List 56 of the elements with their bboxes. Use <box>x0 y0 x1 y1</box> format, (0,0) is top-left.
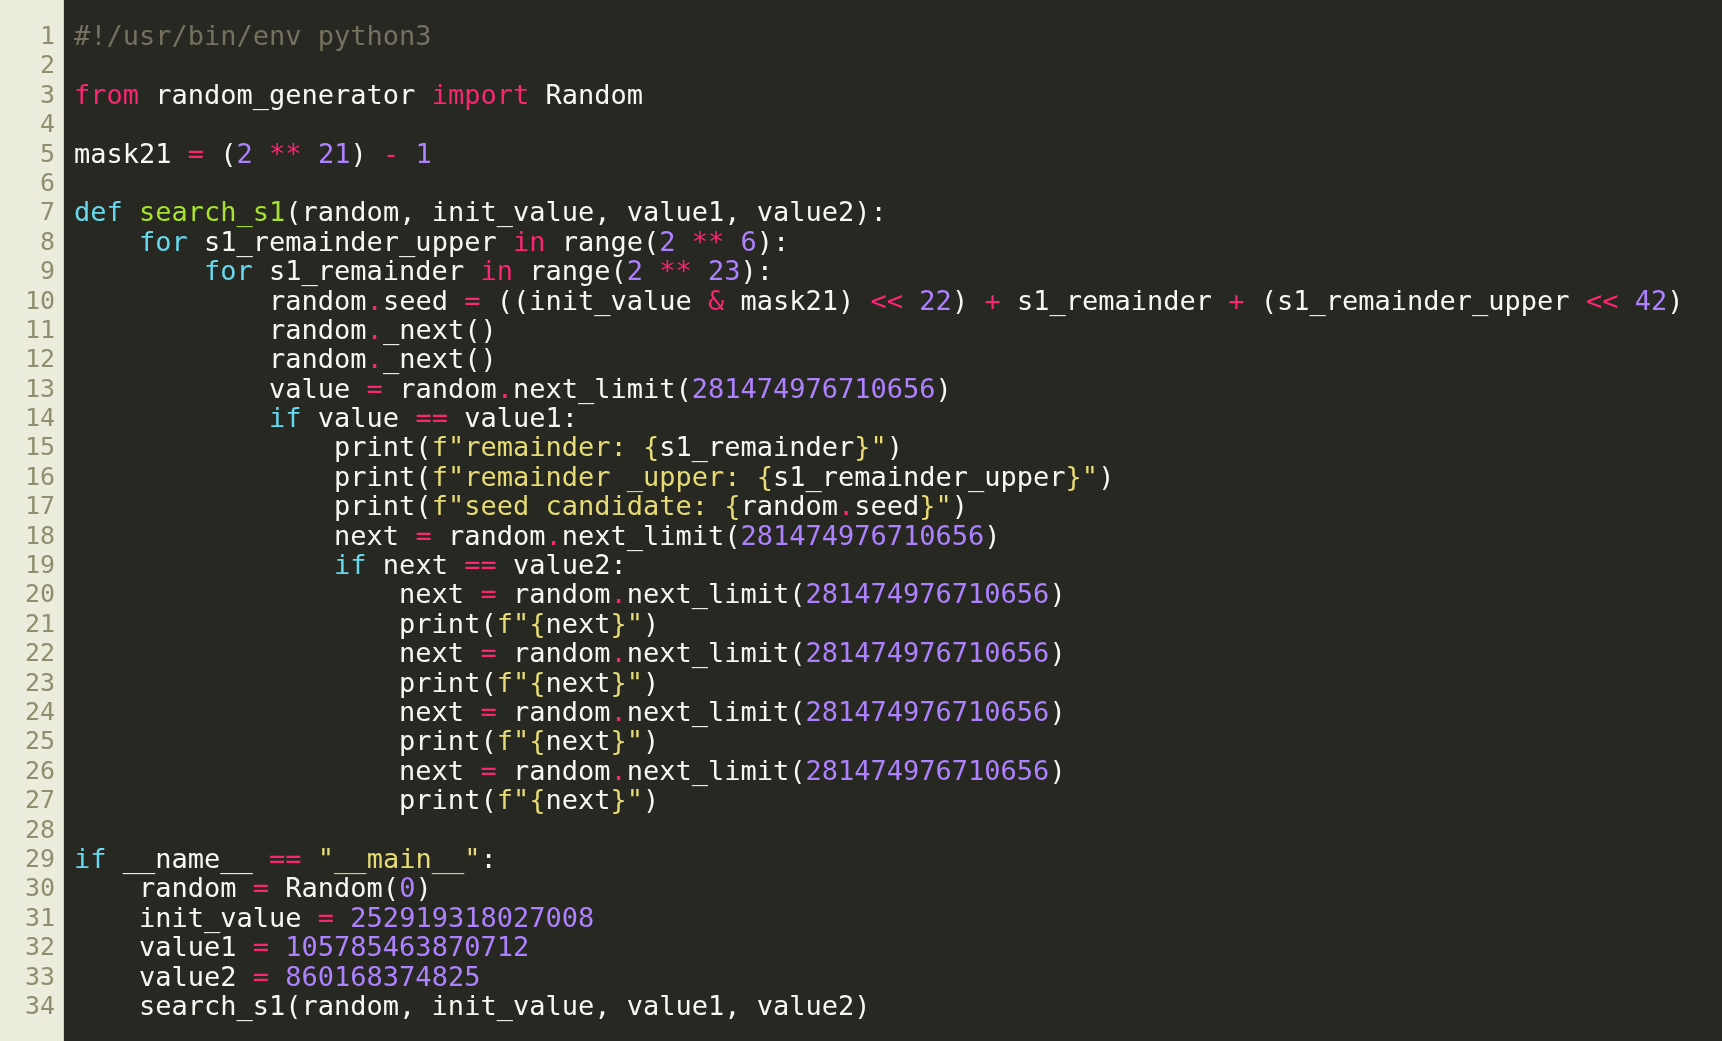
line-number: 10 <box>23 285 56 315</box>
line-number: 22 <box>23 638 56 668</box>
line-number: 13 <box>23 373 56 404</box>
line-number: 25 <box>23 726 56 756</box>
line-number: 20 <box>23 579 56 609</box>
line-number: 15 <box>23 432 56 462</box>
line-number: 18 <box>23 520 56 551</box>
line-number: 23 <box>23 667 56 697</box>
line-number: 5 <box>38 138 56 168</box>
code-line: from random_generator import Random <box>74 78 643 110</box>
code-line: print(f"{next}") <box>398 784 660 816</box>
code-line: random = Random(0) <box>139 872 432 904</box>
line-number: 30 <box>23 873 56 903</box>
code-line: for s1_remainder_upper in range(2 ** 6): <box>138 225 790 257</box>
code-line: print(f"{next}") <box>398 666 660 698</box>
code-line: def search_s1(random, init_value, value1, value2): <box>74 196 887 228</box>
line-number: 2 <box>38 50 56 80</box>
line-number: 9 <box>38 256 56 286</box>
line-number: 31 <box>23 902 56 933</box>
line-number: 12 <box>23 344 56 374</box>
line-number: 21 <box>23 608 56 639</box>
line-number: 28 <box>23 814 56 844</box>
line-number: 24 <box>23 697 56 727</box>
line-number: 17 <box>23 491 56 521</box>
line-number: 16 <box>23 461 56 492</box>
line-number: 19 <box>23 550 56 580</box>
code-line: value1 = 105785463870712 <box>138 931 530 963</box>
line-number: 34 <box>23 990 56 1021</box>
line-number: 33 <box>23 961 56 991</box>
line-number: 6 <box>38 167 56 198</box>
code-line: init_value = 252919318027008 <box>138 901 595 933</box>
code-line: mask21 = (2 ** 21) - 1 <box>74 137 432 169</box>
line-number: 3 <box>38 79 56 110</box>
code-line: #!/usr/bin/env python3 <box>74 20 432 51</box>
line-number: 32 <box>23 932 56 962</box>
line-number: 27 <box>23 785 56 815</box>
code-line: value = random.next_limit(281474976710656) <box>268 372 952 404</box>
code-line: random._next() <box>268 313 497 345</box>
code-line: value2 = 860168374825 <box>138 960 481 992</box>
code-line: if __name__ == "__main__": <box>74 842 497 874</box>
code-line: print(f"{next}") <box>398 725 660 757</box>
line-number: 8 <box>38 226 56 257</box>
code-line: search_s1(random, init_value, value1, value2) <box>138 989 871 1021</box>
code-line: if value == value1: <box>268 402 578 434</box>
line-number: 4 <box>38 109 56 139</box>
code-line: random._next() <box>268 343 497 375</box>
line-number: 11 <box>23 314 56 345</box>
line-number: 7 <box>38 197 56 227</box>
code-line: print(f"{next}") <box>398 607 660 639</box>
code-line: print(f"remainder: {s1_remainder}") <box>333 431 904 463</box>
code-line: if next == value2: <box>333 549 627 581</box>
line-number: 1 <box>38 21 56 51</box>
line-number: 26 <box>23 755 56 786</box>
line-number: 29 <box>23 843 56 874</box>
code-line: next = random.next_limit(281474976710656) <box>398 578 1066 610</box>
line-number: 14 <box>23 403 56 433</box>
